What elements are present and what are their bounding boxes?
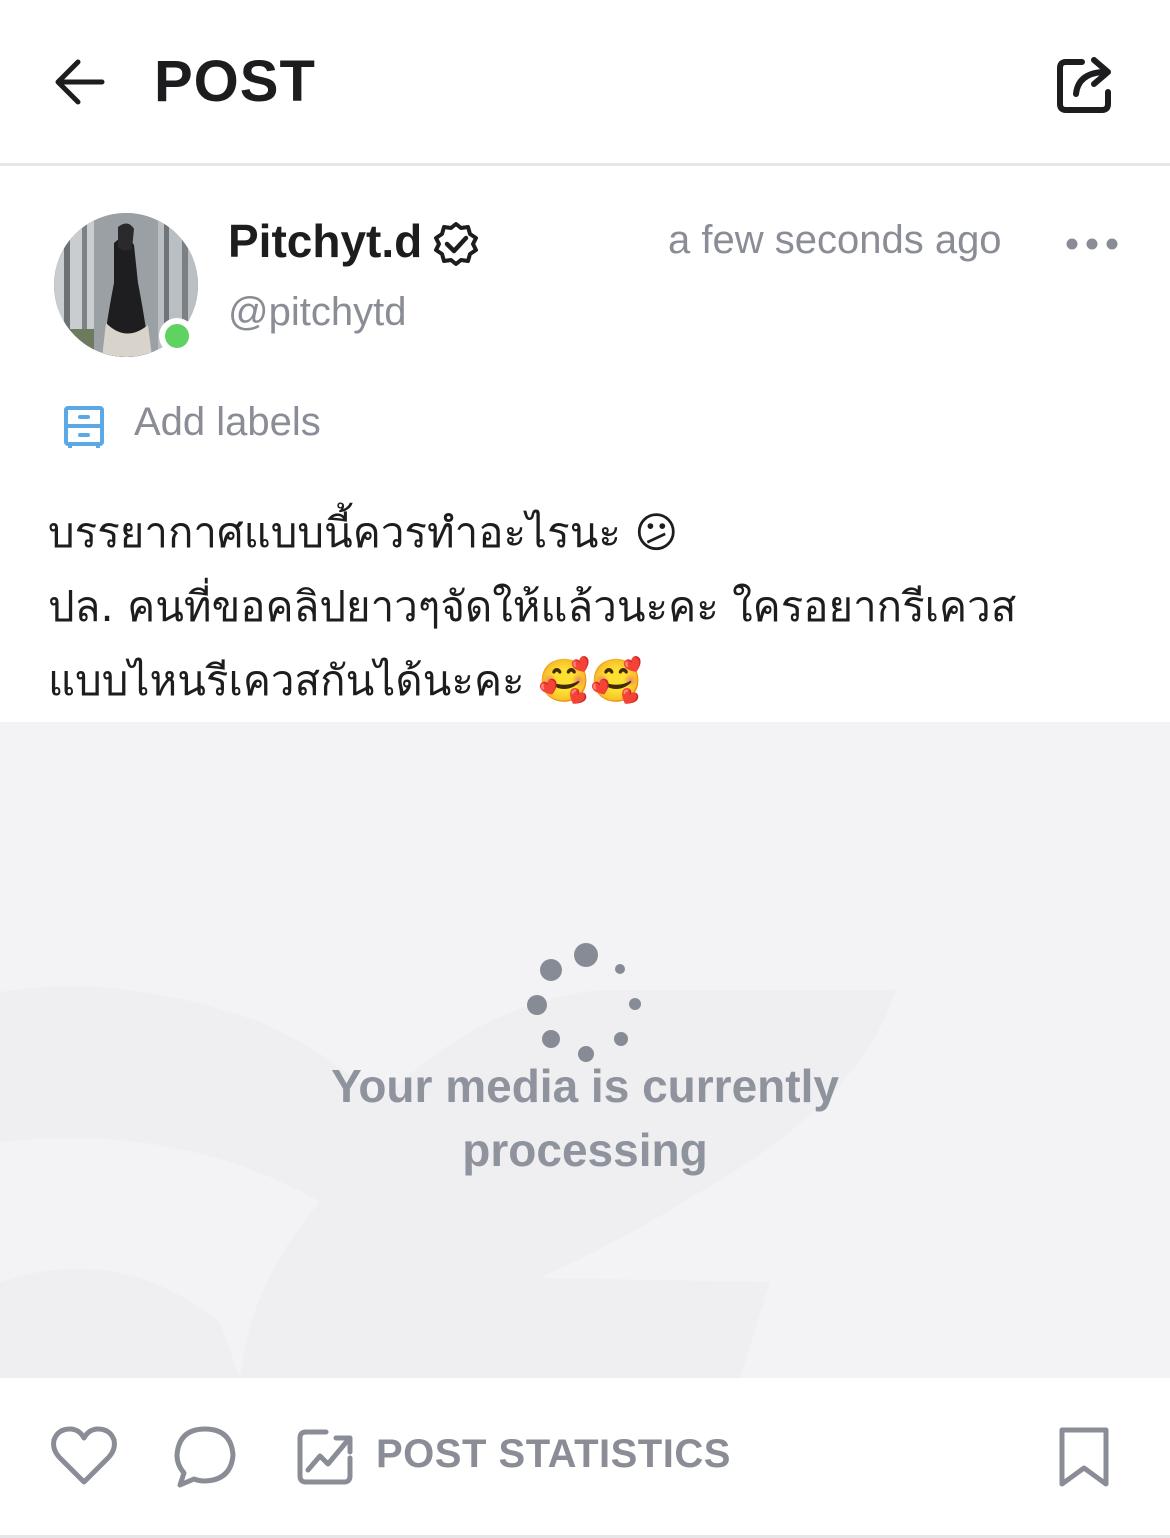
chart-icon <box>297 1429 353 1485</box>
arrow-left-icon <box>55 59 105 105</box>
share-button[interactable] <box>1052 50 1122 116</box>
label-icon <box>64 406 104 448</box>
online-status-dot <box>159 318 195 354</box>
post-text-line: แบบไหนรีเควสกันได้นะคะ 🥰🥰 <box>48 656 643 705</box>
processing-line: Your media is currently <box>331 1060 839 1112</box>
author-handle[interactable]: @pitchytd <box>228 290 406 335</box>
verified-badge-icon <box>432 220 480 268</box>
media-placeholder: Your media is currently processing <box>0 722 1170 1378</box>
author-display-name[interactable]: Pitchyt.d <box>228 214 422 268</box>
media-processing-message: Your media is currently processing <box>0 1054 1170 1182</box>
more-dots-icon <box>1066 238 1118 250</box>
like-button[interactable] <box>50 1424 118 1490</box>
post-statistics-label: POST STATISTICS <box>376 1432 731 1476</box>
top-bar: POST <box>0 0 1170 166</box>
share-icon <box>1057 57 1111 113</box>
post-action-bar: POST STATISTICS <box>0 1378 1170 1538</box>
post-text-line: ปล. คนที่ขอคลิปยาวๆจัดให้แล้วนะคะ ใครอยา… <box>48 582 1017 631</box>
more-options-button[interactable] <box>1062 222 1122 266</box>
bookmark-icon <box>1059 1427 1109 1487</box>
loading-spinner-icon <box>527 943 641 1062</box>
bookmark-button[interactable] <box>1054 1424 1114 1490</box>
post-text: บรรยากาศแบบนี้ควรทำอะไรนะ 😕 ปล. คนที่ขอค… <box>48 496 1128 718</box>
heart-icon <box>51 1426 117 1485</box>
comment-button[interactable] <box>172 1424 238 1490</box>
post-text-line: บรรยากาศแบบนี้ควรทำอะไรนะ 😕 <box>48 508 679 557</box>
add-labels-text: Add labels <box>134 400 321 444</box>
post-timestamp: a few seconds ago <box>668 218 1002 262</box>
post-statistics-button[interactable]: POST STATISTICS <box>296 1424 736 1490</box>
back-button[interactable] <box>50 52 110 112</box>
comment-icon <box>174 1426 236 1488</box>
page-title: POST <box>154 49 316 114</box>
processing-line: processing <box>462 1124 708 1176</box>
